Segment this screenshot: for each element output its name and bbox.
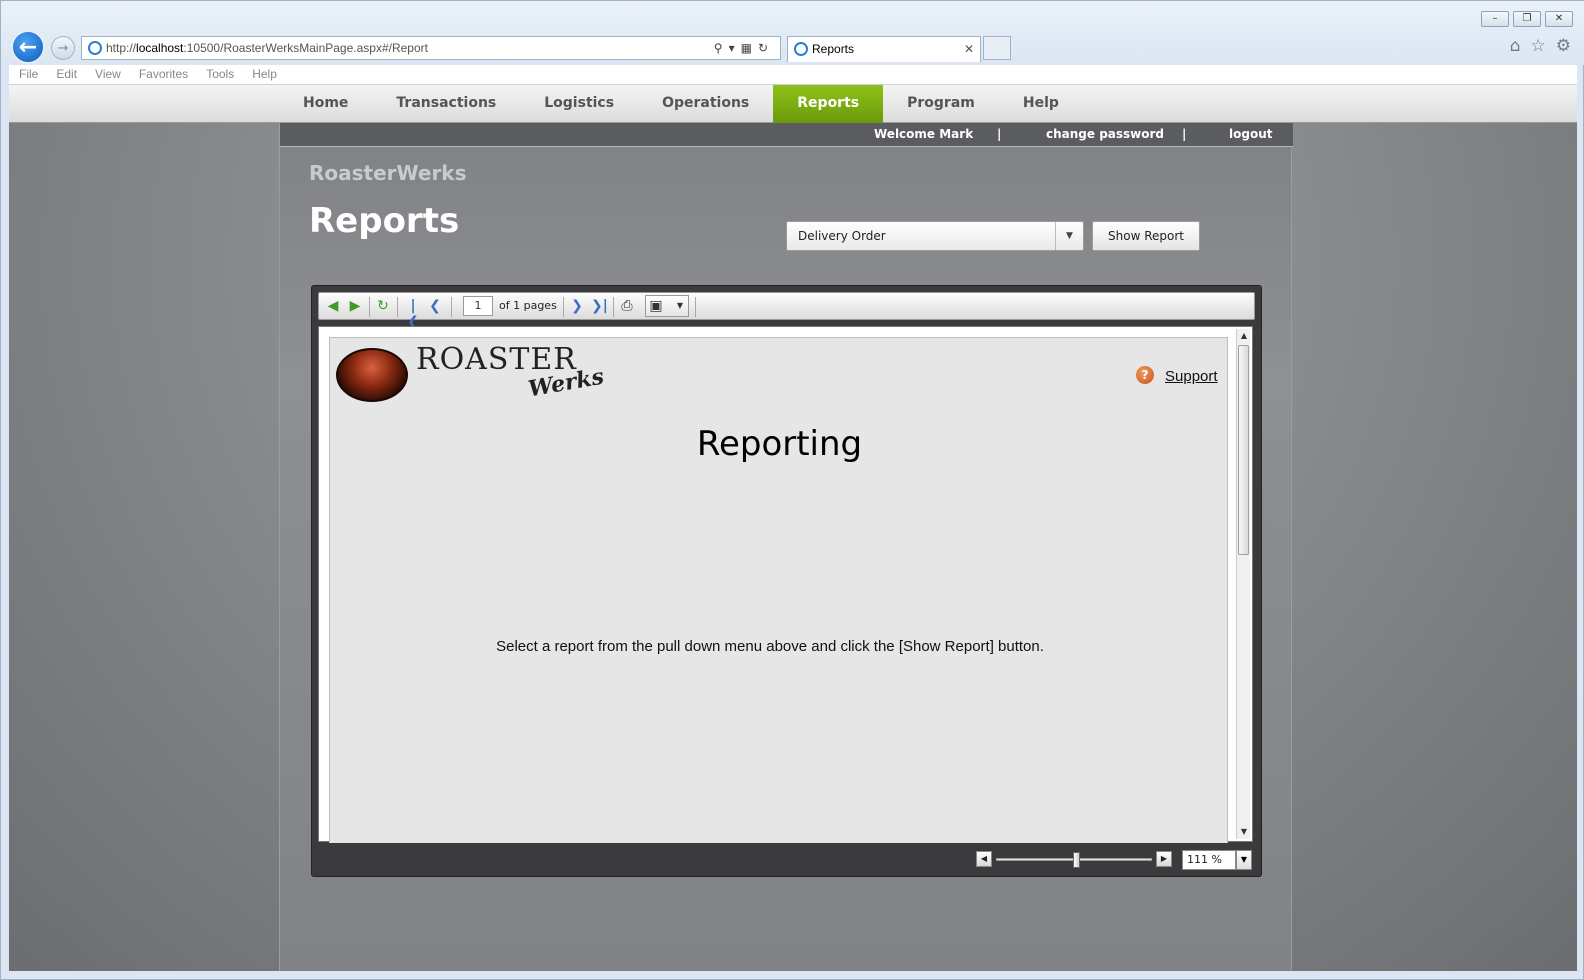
- brand-name: RoasterWerks: [309, 161, 467, 185]
- tab-title: Reports: [812, 42, 855, 56]
- close-icon[interactable]: ✕: [1545, 11, 1573, 27]
- gear-icon[interactable]: ⚙: [1556, 36, 1571, 56]
- browser-window: – ❐ ✕ ← → http://localhost:10500/Roaster…: [0, 0, 1584, 980]
- web-page: Home Transactions Logistics Operations R…: [9, 85, 1577, 971]
- back-nav-icon[interactable]: ◀: [325, 298, 341, 314]
- last-page-icon[interactable]: ❯|: [591, 298, 608, 314]
- search-icon[interactable]: ⚲: [714, 41, 729, 55]
- close-tab-icon[interactable]: ✕: [964, 37, 974, 61]
- menu-bar: File Edit View Favorites Tools Help: [9, 65, 1577, 85]
- user-bar: Welcome Mark | change password | logout: [280, 123, 1293, 147]
- report-toolbar: ◀ ▶ ↻ |❮ ❮ 1 of 1 pages ❯ ❯| ⎙ ▣ ▼: [318, 292, 1255, 330]
- title-bar: – ❐ ✕ ← → http://localhost:10500/Roaster…: [1, 1, 1584, 65]
- separator: |: [997, 127, 1002, 141]
- zoom-control: ◀ ▶ 111 % ▼: [976, 850, 1252, 870]
- nav-home[interactable]: Home: [279, 85, 372, 123]
- scroll-down-icon[interactable]: ▼: [1237, 825, 1251, 839]
- help-question-icon[interactable]: ?: [1136, 366, 1154, 384]
- scroll-thumb[interactable]: [1238, 345, 1249, 555]
- minimize-icon[interactable]: –: [1481, 11, 1509, 27]
- favorites-star-icon[interactable]: ☆: [1531, 36, 1546, 56]
- menu-help[interactable]: Help: [252, 65, 277, 84]
- zoom-level-input[interactable]: 111 %: [1182, 850, 1236, 870]
- print-icon[interactable]: ⎙: [619, 298, 635, 314]
- report-viewer: ◀ ▶ ↻ |❮ ❮ 1 of 1 pages ❯ ❯| ⎙ ▣ ▼ ROAST…: [311, 285, 1262, 877]
- menu-edit[interactable]: Edit: [56, 65, 77, 84]
- separator: |: [1182, 127, 1187, 141]
- refresh-icon[interactable]: ↻: [758, 41, 774, 55]
- previous-page-icon[interactable]: ❮: [427, 298, 443, 314]
- maximize-icon[interactable]: ❐: [1513, 11, 1541, 27]
- nav-program[interactable]: Program: [883, 85, 999, 123]
- nav-transactions[interactable]: Transactions: [372, 85, 520, 123]
- report-title: Reporting: [696, 424, 863, 464]
- page-number-input[interactable]: 1: [463, 296, 493, 316]
- zoom-slider-thumb[interactable]: [1073, 852, 1081, 868]
- chevron-down-icon[interactable]: ▼: [1055, 222, 1083, 250]
- menu-tools[interactable]: Tools: [206, 65, 234, 84]
- page-title: Reports: [309, 201, 460, 241]
- welcome-text: Welcome Mark: [874, 127, 974, 141]
- nav-reports[interactable]: Reports: [773, 85, 884, 131]
- back-button[interactable]: ←: [11, 30, 45, 64]
- url-host: localhost: [136, 41, 184, 55]
- chevron-down-icon: ▼: [676, 301, 684, 310]
- compat-view-icon[interactable]: ▦: [741, 41, 758, 55]
- main-nav: Home Transactions Logistics Operations R…: [9, 85, 1577, 131]
- report-instructions: Select a report from the pull down menu …: [496, 638, 1044, 655]
- report-select[interactable]: Delivery Order ▼: [786, 221, 1084, 251]
- scroll-up-icon[interactable]: ▲: [1237, 329, 1251, 343]
- logout-link[interactable]: logout: [1229, 127, 1272, 141]
- export-dropdown[interactable]: ▣ ▼: [645, 295, 689, 317]
- nav-logistics[interactable]: Logistics: [520, 85, 638, 123]
- menu-file[interactable]: File: [19, 65, 38, 84]
- report-body: ROASTER Werks ? Support Reporting Select…: [318, 326, 1253, 843]
- nav-help[interactable]: Help: [999, 85, 1083, 123]
- arrow-right-icon: →: [57, 40, 69, 56]
- vertical-scrollbar[interactable]: ▲ ▼: [1236, 329, 1250, 839]
- zoom-in-icon[interactable]: ▶: [1156, 851, 1172, 867]
- coffee-bowl-logo: [336, 348, 408, 402]
- page-count: of 1 pages: [499, 299, 557, 312]
- save-icon: ▣: [649, 298, 663, 314]
- browser-tab-reports[interactable]: Reports ✕: [787, 36, 981, 62]
- chevron-down-icon[interactable]: ▼: [1236, 850, 1252, 870]
- url-prefix: http://: [106, 41, 137, 55]
- browser-tools: ⌂ ☆ ⚙: [1510, 36, 1571, 56]
- zoom-out-icon[interactable]: ◀: [976, 851, 992, 867]
- address-bar[interactable]: http://localhost:10500/RoasterWerksMainP…: [81, 36, 781, 60]
- url-path: :10500/RoasterWerksMainPage.aspx#/Report: [183, 41, 428, 55]
- support-link[interactable]: Support: [1165, 368, 1218, 385]
- ie-tab-icon: [794, 42, 808, 56]
- first-page-icon[interactable]: |❮: [405, 298, 421, 330]
- change-password-link[interactable]: change password: [1046, 127, 1164, 141]
- address-tools: ⚲▾▦↻: [714, 37, 774, 59]
- content-panel: Welcome Mark | change password | logout …: [279, 123, 1293, 971]
- report-select-value: Delivery Order: [798, 229, 886, 243]
- next-page-icon[interactable]: ❯: [569, 298, 585, 314]
- dropdown-icon[interactable]: ▾: [729, 41, 741, 55]
- ie-logo-icon: [88, 41, 102, 55]
- refresh-report-icon[interactable]: ↻: [375, 298, 391, 314]
- report-page: ROASTER Werks ? Support Reporting Select…: [329, 337, 1228, 843]
- menu-view[interactable]: View: [95, 65, 121, 84]
- home-icon[interactable]: ⌂: [1510, 36, 1521, 56]
- menu-favorites[interactable]: Favorites: [139, 65, 188, 84]
- nav-operations[interactable]: Operations: [638, 85, 773, 123]
- forward-nav-icon[interactable]: ▶: [347, 298, 363, 314]
- new-tab-button[interactable]: [983, 36, 1011, 60]
- show-report-button[interactable]: Show Report: [1092, 221, 1200, 251]
- arrow-left-icon: ←: [18, 34, 38, 60]
- forward-button[interactable]: →: [51, 36, 75, 60]
- window-controls: – ❐ ✕: [1481, 11, 1573, 27]
